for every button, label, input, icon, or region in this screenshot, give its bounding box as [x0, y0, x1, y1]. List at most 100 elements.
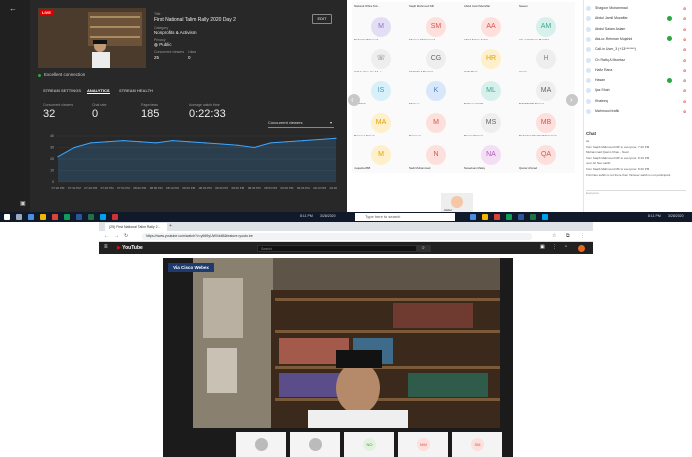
participant-row[interactable]: Khaleeq ⊘ — [583, 97, 692, 106]
excel-icon[interactable] — [88, 214, 94, 220]
chat-message: ok — [586, 139, 590, 143]
apps-icon[interactable]: ⋮ — [552, 244, 557, 250]
chrome-icon[interactable] — [494, 214, 500, 220]
stat-value: 185 — [141, 108, 160, 120]
back-icon[interactable]: ← — [104, 233, 109, 239]
youtube-logo[interactable]: ▶ YouTube — [117, 245, 143, 251]
muted-mic-icon[interactable]: ⊘ — [683, 6, 686, 11]
participant-avatar: H — [536, 49, 556, 69]
search-icon: ⌕ — [422, 245, 425, 251]
extension-icon[interactable]: ⧉ — [566, 233, 570, 239]
edit-button[interactable]: EDIT — [312, 14, 332, 24]
grid-next-button[interactable]: › — [566, 94, 578, 106]
grid-prev-button[interactable]: ‹ — [348, 94, 360, 106]
participant-row[interactable]: Abdul Salam Aslam ⊘ — [583, 25, 692, 34]
participant-tile[interactable]: N Nadi Muhammad — [407, 136, 465, 173]
browser-tab[interactable]: (25) First National Talim Rally 2... — [105, 223, 167, 231]
chart-point — [204, 142, 206, 144]
participant-row[interactable]: Call-in User_3 (+13*******) ⊘ — [583, 45, 692, 54]
participant-row[interactable]: Hafiz Rana ⊘ — [583, 66, 692, 75]
notifications-icon[interactable]: ◔ — [564, 244, 567, 250]
participant-tile[interactable]: NA Naveduan Malay — [462, 136, 520, 173]
stream-preview — [38, 8, 146, 68]
y-tick-label: 0 — [52, 180, 54, 184]
muted-mic-icon[interactable]: ⊘ — [683, 109, 686, 114]
word-icon[interactable] — [518, 214, 524, 220]
account-avatar[interactable] — [578, 245, 585, 252]
hamburger-icon[interactable]: ≡ — [104, 244, 108, 250]
webex-icon[interactable] — [542, 214, 548, 220]
participant-name: Qamar Ahmad — [519, 166, 538, 170]
strip-avatar — [309, 438, 322, 451]
word-icon[interactable] — [76, 214, 82, 220]
chat-recipient[interactable]: Everyone — [586, 190, 686, 197]
x-tick-label: 07:40 PM — [84, 186, 97, 190]
strip-tile — [236, 432, 286, 457]
participant-row[interactable]: Ijaz Shah ⊘ — [583, 86, 692, 95]
forward-icon[interactable]: → — [114, 233, 119, 239]
person-icon — [586, 98, 591, 104]
x-tick-label: 08:33 PM — [215, 186, 228, 190]
reload-icon[interactable]: ↻ — [124, 233, 128, 239]
create-video-icon[interactable]: ▣ — [540, 244, 545, 250]
clock-time: 8:11 PM — [300, 214, 313, 218]
x-tick-label: 08:20 PM — [182, 186, 195, 190]
windows-start-icon[interactable] — [4, 214, 10, 220]
youtube-logo-text: YouTube — [122, 245, 143, 251]
excel-icon[interactable] — [530, 214, 536, 220]
search-icon[interactable] — [16, 214, 22, 220]
metric-dropdown[interactable]: Concurrent viewers ▾ — [268, 120, 334, 128]
participant-avatar: K — [426, 81, 446, 101]
youtube-search-button[interactable]: ⌕ — [417, 245, 431, 252]
likes-label: Likes — [188, 50, 197, 54]
muted-mic-icon[interactable]: ⊘ — [683, 99, 686, 104]
muted-mic-icon[interactable]: ⊘ — [683, 27, 686, 32]
chat-title: Chat — [586, 131, 596, 136]
participant-row[interactable]: Shagoor Muhammad ⊘ — [583, 4, 692, 13]
tab-stream-settings[interactable]: STREAM SETTINGS — [43, 88, 81, 93]
self-avatar — [451, 196, 463, 208]
chart-point — [73, 146, 75, 149]
feedback-icon[interactable]: ▣ — [20, 200, 26, 207]
menu-icon[interactable]: ⋮ — [580, 233, 585, 239]
participant-tile[interactable]: Mmujeeba.888 — [352, 136, 410, 173]
file-explorer-icon[interactable] — [40, 214, 46, 220]
muted-mic-icon[interactable]: ⊘ — [683, 78, 686, 83]
taskbar-search-input[interactable]: Type here to search — [355, 213, 455, 221]
participant-row[interactable]: Hasan ⊘ — [583, 76, 692, 85]
app-icon[interactable] — [506, 214, 512, 220]
participant-name: Nadi Muhammad — [409, 166, 431, 170]
muted-mic-icon[interactable]: ⊘ — [683, 47, 686, 52]
youtube-search-input[interactable]: Search — [257, 245, 417, 252]
task-view-icon[interactable] — [28, 214, 34, 220]
participant-row[interactable]: Ata-ur-Rehman Mujahid ⊘ — [583, 35, 692, 44]
muted-mic-icon[interactable]: ⊘ — [683, 68, 686, 73]
webex-icon[interactable] — [100, 214, 106, 220]
chat-message: from Saqib Mahmood MF to everyone: 8:40 … — [586, 167, 650, 171]
participant-row-name: Shagoor Muhammad — [595, 6, 628, 10]
file-explorer-icon[interactable] — [482, 214, 488, 220]
chat-message: noor Ali Neo sahib — [586, 161, 611, 166]
tab-stream-health[interactable]: STREAM HEALTH — [119, 88, 153, 93]
app-icon[interactable] — [64, 214, 70, 220]
participant-row[interactable]: Abdul Jamil Muzaffar ⊘ — [583, 14, 692, 23]
chrome-icon[interactable] — [52, 214, 58, 220]
app-icon[interactable] — [112, 214, 118, 220]
muted-mic-icon[interactable]: ⊘ — [683, 58, 686, 63]
muted-mic-icon[interactable]: ⊘ — [683, 16, 686, 21]
muted-mic-icon[interactable]: ⊘ — [683, 37, 686, 42]
address-bar[interactable]: https://www.youtube.com/watch?v=ytM9yUWV… — [142, 233, 532, 240]
person-icon — [586, 36, 591, 42]
participant-avatar: MS — [481, 113, 501, 133]
y-tick-label: 40 — [50, 134, 54, 138]
participant-tile[interactable]: QA Qamar Ahmad — [517, 136, 575, 173]
back-arrow-icon[interactable]: ← — [9, 4, 17, 13]
participant-row[interactable]: Ch Rafiq A Mumtaz ⊘ — [583, 56, 692, 65]
star-icon[interactable]: ☆ — [552, 233, 556, 239]
new-tab-icon[interactable]: + — [169, 223, 172, 229]
studio-side-rail — [0, 0, 30, 212]
tab-analytics[interactable]: ANALYTICS — [87, 88, 110, 94]
task-view-icon[interactable] — [470, 214, 476, 220]
muted-mic-icon[interactable]: ⊘ — [683, 88, 686, 93]
participant-row[interactable]: Mahmood trafik ⊘ — [583, 107, 692, 116]
